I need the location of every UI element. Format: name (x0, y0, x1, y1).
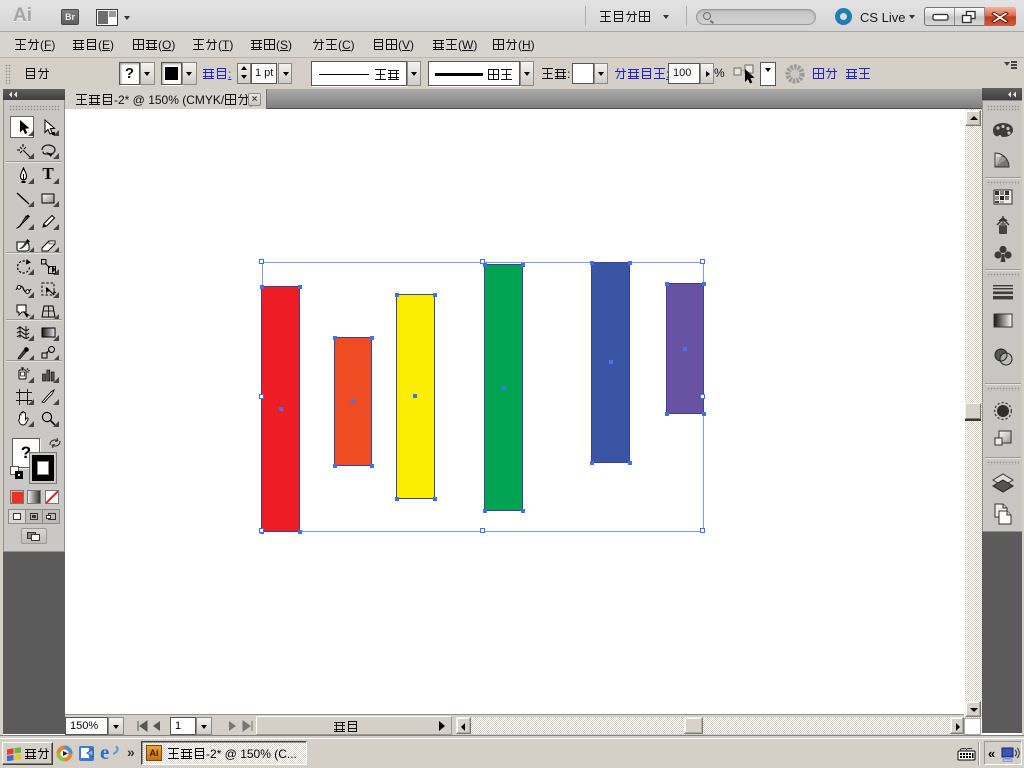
svg-text:e: e (100, 743, 109, 763)
